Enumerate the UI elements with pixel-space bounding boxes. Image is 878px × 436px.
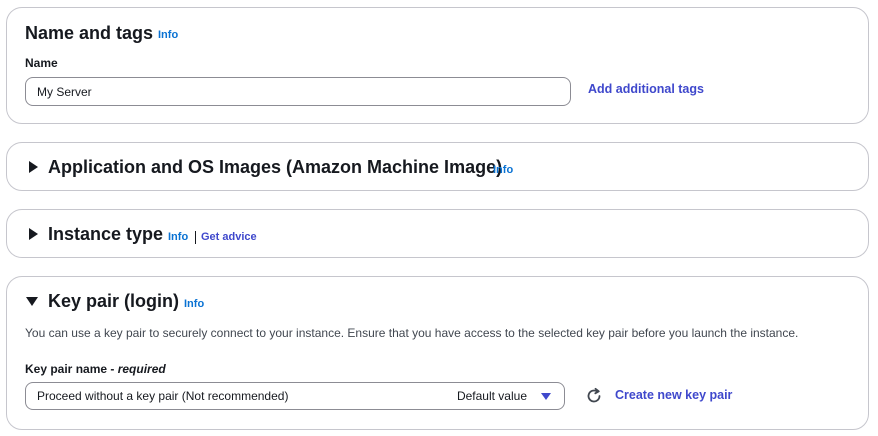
ami-title[interactable]: Application and OS Images (Amazon Machin… [48,157,502,178]
expand-caret-icon[interactable] [29,228,38,240]
name-input[interactable]: My Server [25,77,571,106]
key-pair-title[interactable]: Key pair (login) [48,291,179,312]
default-value-badge: Default value [456,389,527,403]
name-input-value: My Server [37,84,92,99]
link-separator [195,231,196,244]
add-additional-tags-link[interactable]: Add additional tags [588,82,704,96]
key-pair-description: You can use a key pair to securely conne… [25,326,799,340]
key-pair-panel: Key pair (login) Info You can use a key … [6,276,869,430]
key-pair-name-label-text: Key pair name - [25,362,118,376]
key-pair-select[interactable]: Proceed without a key pair (Not recommen… [25,382,565,410]
ami-info-link[interactable]: Info [493,164,513,176]
ami-panel[interactable]: Application and OS Images (Amazon Machin… [6,142,869,191]
get-advice-link[interactable]: Get advice [201,231,257,243]
chevron-down-icon [541,392,551,400]
name-label: Name [25,56,58,70]
instance-type-panel[interactable]: Instance type Info Get advice [6,209,869,258]
instance-type-info-link[interactable]: Info [168,231,188,243]
key-pair-info-link[interactable]: Info [184,298,204,310]
name-and-tags-panel: Name and tags Info Name My Server Add ad… [6,7,869,124]
collapse-caret-icon[interactable] [26,297,38,306]
instance-type-title[interactable]: Instance type [48,224,163,245]
create-new-key-pair-link[interactable]: Create new key pair [615,388,732,402]
refresh-icon[interactable] [585,387,603,410]
required-marker: required [117,362,166,376]
expand-caret-icon[interactable] [29,161,38,173]
key-pair-name-label: Key pair name - required [25,362,166,376]
key-pair-selected-value: Proceed without a key pair (Not recommen… [37,389,289,403]
name-tags-info-link[interactable]: Info [158,29,178,41]
name-and-tags-title: Name and tags [25,23,154,43]
